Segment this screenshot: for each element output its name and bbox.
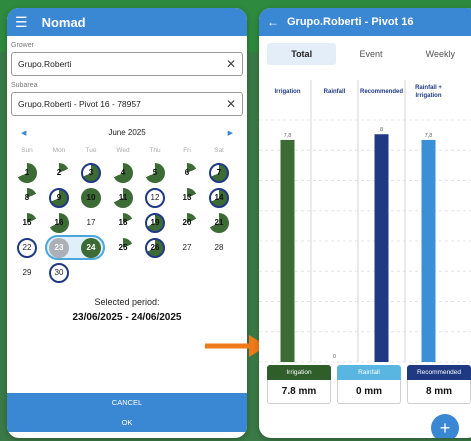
- tab-bar: Total Event Weekly: [267, 43, 471, 65]
- prev-month-icon[interactable]: ◀: [21, 129, 26, 137]
- clear-icon[interactable]: ✕: [226, 97, 236, 111]
- weekday-label: Mon: [52, 147, 66, 154]
- weekday-label: Fri: [183, 147, 191, 154]
- back-arrow-icon[interactable]: ←: [267, 15, 279, 29]
- weekday-label: Sat: [214, 147, 224, 154]
- screen-title: Grupo.Roberti - Pivot 16: [287, 16, 414, 28]
- weekday-label: Wed: [116, 147, 130, 154]
- calendar-day[interactable]: 21: [203, 210, 235, 235]
- calendar-day[interactable]: 1: [11, 160, 43, 185]
- calendar-day[interactable]: 27: [171, 235, 203, 260]
- calendar-header: ◀ June 2025 ▶: [21, 128, 233, 137]
- bar: [280, 139, 295, 362]
- weekday-label: Tue: [85, 147, 97, 154]
- calendar-day[interactable]: 13: [171, 185, 203, 210]
- tab-weekly[interactable]: Weekly: [406, 43, 471, 65]
- calendar-day[interactable]: 8: [11, 185, 43, 210]
- pivot-summary-screen: ← Grupo.Roberti - Pivot 16 Total Event W…: [259, 8, 471, 438]
- calendar-day[interactable]: 22: [11, 235, 43, 260]
- calendar-grid: 1 2 3 4 5 6 7 8 9 10 11 12 13 14 15 16 1…: [11, 160, 247, 285]
- calendar-day[interactable]: 28: [203, 235, 235, 260]
- month-label: June 2025: [108, 128, 146, 137]
- subarea-field[interactable]: Grupo.Roberti - Pivot 16 - 78957 ✕: [11, 92, 243, 116]
- calendar-day[interactable]: 20: [171, 210, 203, 235]
- weekday-row: Sun Mon Tue Wed Thu Fri Sat: [11, 147, 247, 154]
- category-label: Irrigation: [415, 93, 441, 99]
- clear-icon[interactable]: ✕: [226, 57, 236, 71]
- ok-button[interactable]: OK: [7, 413, 247, 432]
- category-label: Irrigation: [274, 89, 300, 95]
- calendar-day[interactable]: 11: [107, 185, 139, 210]
- selected-period-value: 23/06/2025 - 24/06/2025: [72, 312, 182, 323]
- calendar-day[interactable]: 14: [203, 185, 235, 210]
- calendar-day[interactable]: 6: [171, 160, 203, 185]
- tab-event[interactable]: Event: [336, 43, 405, 65]
- category-label: Recommended: [360, 89, 403, 95]
- calendar-day[interactable]: 9: [43, 185, 75, 210]
- calendar-day[interactable]: 2: [43, 160, 75, 185]
- data-label: 8: [380, 127, 383, 133]
- rainfall-card: Rainfall 0 mm: [337, 365, 401, 404]
- calendar-day[interactable]: 10: [75, 185, 107, 210]
- chart-svg: Irrigation 7,8 Rainfall 0 Recommended 8 Rainfa…: [259, 80, 471, 363]
- calendar-day[interactable]: 5: [139, 160, 171, 185]
- category-label: Rainfall: [324, 89, 346, 95]
- calendar-day[interactable]: 18: [107, 210, 139, 235]
- calendar-screen: ☰ Nomad Grower Grupo.Roberti ✕ Subarea G…: [7, 8, 247, 438]
- water-bar-chart: Irrigation 7,8 Rainfall 0 Recommended 8 Rainfa…: [259, 80, 471, 370]
- app-title: Nomad: [41, 14, 86, 30]
- calendar-day[interactable]: 29: [11, 260, 43, 285]
- next-month-icon[interactable]: ▶: [228, 129, 233, 137]
- grower-field[interactable]: Grupo.Roberti ✕: [11, 52, 243, 76]
- menu-icon[interactable]: ☰: [15, 14, 28, 31]
- subarea-label: Subarea: [11, 82, 38, 89]
- recommended-card: Recommended 8 mm: [407, 365, 471, 404]
- data-label: 7,8: [284, 133, 292, 139]
- tab-total[interactable]: Total: [267, 43, 337, 65]
- selected-period: Selected period: 23/06/2025 - 24/06/2025: [7, 297, 247, 323]
- card-header: Irrigation: [267, 365, 331, 380]
- weekday-label: Sun: [21, 147, 33, 154]
- weekday-label: Thu: [149, 147, 161, 154]
- subarea-value: Grupo.Roberti - Pivot 16 - 78957: [18, 99, 141, 109]
- selected-period-label: Selected period:: [94, 297, 160, 307]
- data-label: 0: [333, 354, 336, 360]
- app-bar: ← Grupo.Roberti - Pivot 16: [259, 8, 471, 36]
- calendar-day[interactable]: 12: [139, 185, 171, 210]
- calendar-day[interactable]: 30: [43, 260, 75, 285]
- bar: [421, 139, 436, 362]
- calendar-day[interactable]: 15: [11, 210, 43, 235]
- calendar-day-range-start[interactable]: 23: [43, 235, 105, 260]
- cancel-button[interactable]: CANCEL: [7, 393, 247, 413]
- calendar-day[interactable]: 19: [139, 210, 171, 235]
- app-bar: ☰ Nomad: [7, 8, 247, 36]
- card-header: Recommended: [407, 365, 471, 380]
- irrigation-card: Irrigation 7.8 mm: [267, 365, 331, 404]
- calendar-day[interactable]: 26: [139, 235, 171, 260]
- calendar-day[interactable]: 3: [75, 160, 107, 185]
- calendar-day[interactable]: 7: [203, 160, 235, 185]
- card-value: 8 mm: [407, 380, 471, 404]
- calendar-day[interactable]: 25: [107, 235, 139, 260]
- grower-label: Grower: [11, 42, 34, 49]
- card-value: 0 mm: [337, 380, 401, 404]
- bar: [374, 134, 389, 362]
- calendar-day[interactable]: 17: [75, 210, 107, 235]
- grower-value: Grupo.Roberti: [18, 59, 72, 69]
- card-header: Rainfall: [337, 365, 401, 380]
- card-value: 7.8 mm: [267, 380, 331, 404]
- data-label: 7,8: [425, 133, 433, 139]
- summary-cards: Irrigation 7.8 mm Rainfall 0 mm Recommen…: [267, 365, 471, 404]
- calendar-day-range-end[interactable]: 24: [75, 235, 107, 260]
- add-button[interactable]: +: [431, 414, 459, 438]
- category-label: Rainfall +: [415, 85, 442, 91]
- calendar-day[interactable]: 16: [43, 210, 75, 235]
- calendar-day[interactable]: 4: [107, 160, 139, 185]
